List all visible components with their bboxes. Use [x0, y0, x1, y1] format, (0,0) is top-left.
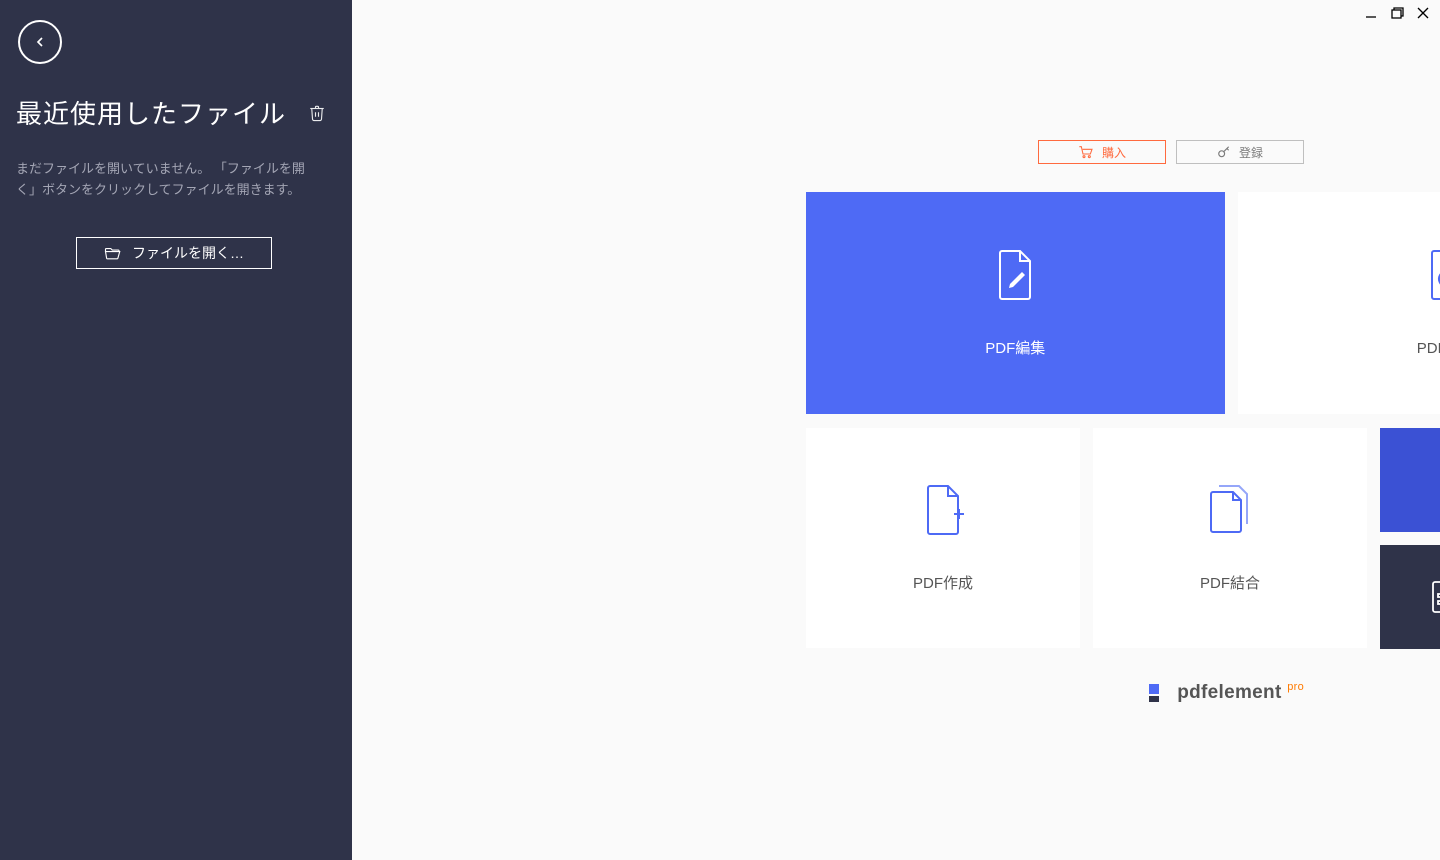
key-icon: [1217, 145, 1231, 159]
open-file-button[interactable]: ファイルを開く…: [76, 237, 272, 269]
tile-label: PDF作成: [913, 572, 973, 593]
top-actions: 購入 登録: [1038, 140, 1304, 164]
chevron-left-icon: [32, 34, 48, 50]
main-area: 購入 登録 PDF編集 PDF変換: [352, 0, 1440, 860]
edit-icon: [990, 249, 1040, 301]
pdf-combine-tile[interactable]: PDF結合: [1093, 428, 1367, 648]
pdf-convert-tile[interactable]: PDF変換: [1238, 192, 1440, 414]
open-file-label: ファイルを開く…: [132, 243, 244, 263]
maximize-icon: [1390, 6, 1404, 20]
folder-open-icon: [104, 245, 122, 261]
template-icon: [1429, 580, 1440, 614]
brand-footer: pdfelement pro: [1149, 682, 1304, 704]
cart-icon: [1078, 145, 1094, 159]
convert-icon: [1422, 249, 1440, 301]
sidebar: 最近使用したファイル まだファイルを開いていません。 「ファイルを開く」ボタンを…: [0, 0, 352, 860]
recent-files-title: 最近使用したファイル: [16, 94, 286, 131]
maximize-button[interactable]: [1388, 4, 1406, 22]
sidebar-title-row: 最近使用したファイル: [16, 94, 336, 131]
empty-recent-message: まだファイルを開いていません。 「ファイルを開く」ボタンをクリックしてファイルを…: [16, 159, 316, 201]
combine-icon: [1203, 484, 1257, 536]
window-controls: [1362, 4, 1432, 22]
pdf-edit-tile[interactable]: PDF編集: [806, 192, 1225, 414]
buy-button[interactable]: 購入: [1038, 140, 1166, 164]
brand-name: pdfelement pro: [1177, 682, 1304, 704]
pdf-template-tile[interactable]: PDFテンプレート: [1380, 545, 1440, 649]
register-label: 登録: [1239, 144, 1263, 161]
tile-label: PDF結合: [1200, 572, 1260, 593]
minimize-button[interactable]: [1362, 4, 1380, 22]
close-icon: [1416, 6, 1430, 20]
tiles-grid: PDF編集 PDF変換 PDF作成 PDF結合: [806, 192, 1440, 649]
tile-label: PDF編集: [985, 337, 1045, 358]
register-button[interactable]: 登録: [1176, 140, 1304, 164]
create-icon: [918, 484, 968, 536]
trash-icon: [308, 103, 326, 123]
batch-process-tile[interactable]: バッチ処理: [1380, 428, 1440, 532]
buy-label: 購入: [1102, 144, 1126, 161]
brand-logo-icon: [1149, 684, 1167, 702]
back-button[interactable]: [18, 20, 62, 64]
close-button[interactable]: [1414, 4, 1432, 22]
pdf-create-tile[interactable]: PDF作成: [806, 428, 1080, 648]
tile-label: PDF変換: [1417, 337, 1440, 358]
minimize-icon: [1364, 6, 1378, 20]
clear-recent-button[interactable]: [308, 103, 326, 123]
